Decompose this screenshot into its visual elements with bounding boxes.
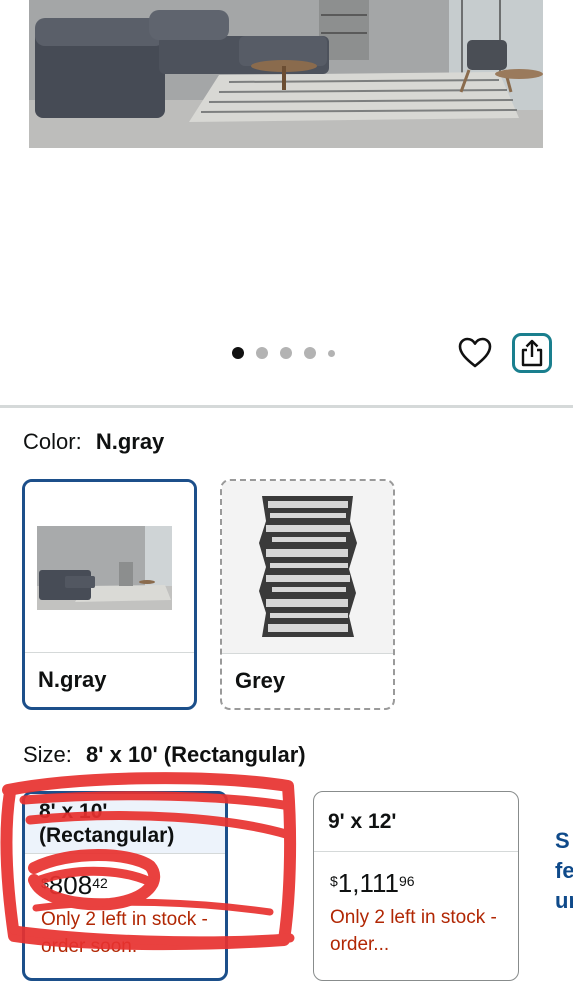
- carousel-dot-5[interactable]: [328, 349, 335, 357]
- price-cents: 42: [92, 875, 108, 891]
- color-option-image: [222, 481, 393, 654]
- color-option-label: Grey: [222, 653, 393, 708]
- room-thumbnail: [37, 526, 172, 610]
- size-option-label: 9' x 12': [314, 792, 518, 852]
- stock-status: Only 2 left in stock - order soon.: [41, 909, 208, 957]
- heart-icon: [458, 337, 492, 368]
- rug-thumbnail: [259, 496, 357, 637]
- price-whole: 1,111: [337, 868, 400, 898]
- size-label: Size:: [23, 742, 72, 767]
- color-option-image: [25, 482, 194, 655]
- price-whole: 808: [48, 870, 93, 900]
- product-main-image[interactable]: [29, 0, 543, 148]
- carousel-dot-3[interactable]: [280, 347, 292, 359]
- size-option-price: $80842: [41, 872, 225, 898]
- section-divider: [0, 405, 573, 408]
- size-selected-value: 8' x 10' (Rectangular): [86, 742, 306, 767]
- image-carousel-dots[interactable]: [232, 347, 335, 359]
- price-cents: 96: [399, 873, 415, 889]
- color-option-grey[interactable]: Grey: [220, 479, 395, 710]
- more-size-options-peek[interactable]: Sfe ur: [555, 826, 573, 916]
- price-currency: $: [41, 875, 49, 891]
- wishlist-button[interactable]: [457, 335, 493, 371]
- carousel-dot-1[interactable]: [232, 347, 244, 359]
- size-option-label: 8' x 10' (Rectangular): [25, 794, 225, 854]
- living-room-photo: [29, 0, 543, 148]
- color-selection-heading: Color: N.gray: [23, 429, 164, 455]
- price-currency: $: [330, 873, 338, 889]
- carousel-dot-4[interactable]: [304, 347, 316, 359]
- color-option-label: N.gray: [25, 652, 194, 707]
- size-option-9x12[interactable]: 9' x 12' $1,11196 Only 2 left in stock -…: [313, 791, 519, 981]
- color-label: Color:: [23, 429, 82, 454]
- stock-status: Only 2 left in stock - order...: [330, 907, 497, 955]
- size-selection-heading: Size: 8' x 10' (Rectangular): [23, 742, 306, 768]
- share-button[interactable]: [512, 333, 552, 373]
- size-option-price: $1,11196: [330, 870, 518, 896]
- carousel-dot-2[interactable]: [256, 347, 268, 359]
- size-option-8x10[interactable]: 8' x 10' (Rectangular) $80842 Only 2 lef…: [22, 791, 228, 981]
- share-icon: [521, 339, 543, 367]
- color-option-ngray[interactable]: N.gray: [22, 479, 197, 710]
- color-selected-value: N.gray: [95, 429, 165, 454]
